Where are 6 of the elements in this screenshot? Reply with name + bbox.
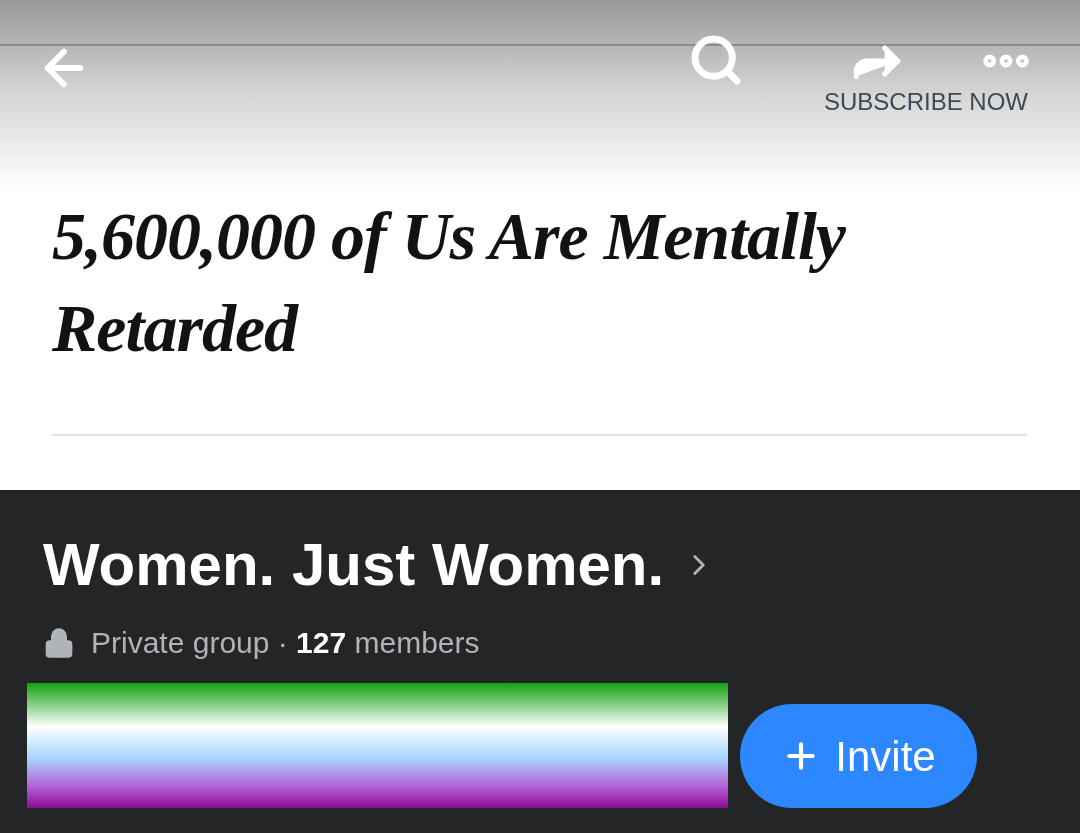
- subscribe-link[interactable]: SUBSCRIBE NOW: [823, 84, 1028, 120]
- lock-icon: [43, 626, 75, 659]
- group-name[interactable]: Women. Just Women.: [43, 530, 665, 600]
- group-info: Private group · 127 members: [91, 625, 480, 661]
- headline: 5,600,000 of Us Are Mentally Retarded: [52, 197, 847, 368]
- invite-button[interactable]: Invite: [740, 704, 977, 808]
